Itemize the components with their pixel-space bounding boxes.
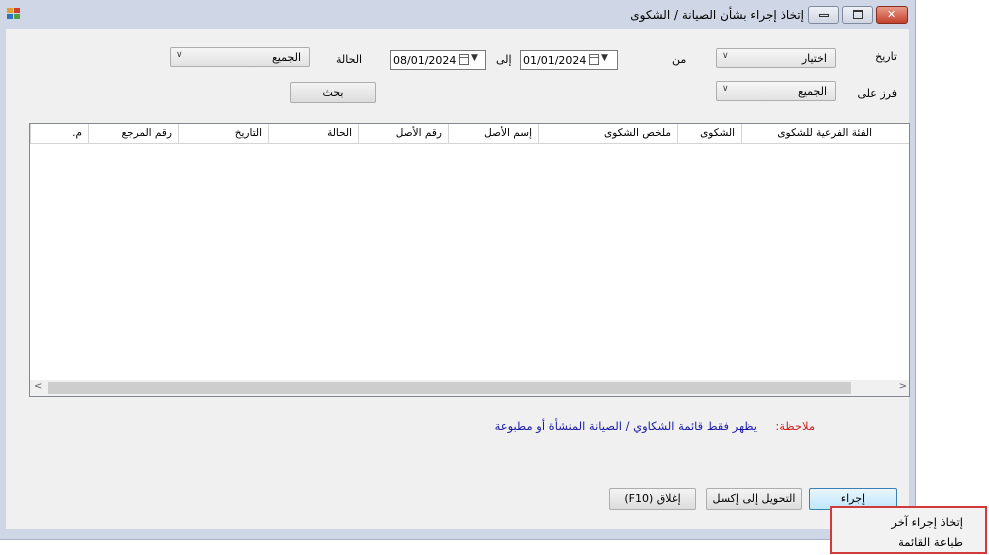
column-header[interactable]: ملخص الشكوى bbox=[538, 124, 677, 143]
maximize-button[interactable] bbox=[842, 6, 873, 24]
calendar-icon bbox=[459, 54, 469, 65]
status-label: الحالة bbox=[336, 53, 363, 66]
sort-select[interactable]: ∨ الجميع bbox=[716, 81, 836, 101]
action-context-menu: إتخاذ إجراء آخر طباعة القائمة bbox=[830, 506, 987, 554]
to-date-picker[interactable]: 08/01/2024 ▼ bbox=[390, 50, 486, 70]
minimize-button[interactable] bbox=[808, 6, 839, 24]
column-header[interactable]: رقم المرجع bbox=[88, 124, 178, 143]
to-label: إلى bbox=[496, 53, 512, 66]
maximize-icon bbox=[853, 10, 863, 19]
sort-value: الجميع bbox=[797, 85, 827, 98]
note-text: يظهر فقط قائمة الشكاوي / الصيانة المنشأة… bbox=[494, 419, 757, 433]
calendar-icon bbox=[589, 54, 599, 65]
export-excel-button[interactable]: التحويل إلى إكسل bbox=[706, 488, 802, 510]
results-table[interactable]: الفئة الفرعية للشكوى الشكوى ملخص الشكوى … bbox=[29, 123, 910, 397]
app-icon bbox=[7, 8, 20, 19]
menu-item-take-other-action[interactable]: إتخاذ إجراء آخر bbox=[891, 515, 963, 529]
dropdown-arrow-icon: ▼ bbox=[601, 53, 608, 63]
column-header[interactable]: الشكوى bbox=[677, 124, 741, 143]
status-value: الجميع bbox=[271, 51, 301, 64]
minimize-icon bbox=[819, 14, 829, 17]
column-header[interactable]: التاريخ bbox=[178, 124, 268, 143]
horizontal-scrollbar[interactable]: < > bbox=[30, 380, 909, 396]
menu-item-print-list[interactable]: طباعة القائمة bbox=[898, 535, 963, 549]
from-date-value: 01/01/2024 bbox=[523, 54, 587, 67]
close-button[interactable]: إغلاق (F10) bbox=[609, 488, 696, 510]
note-label: ملاحظة: bbox=[775, 419, 815, 433]
chevron-down-icon: ∨ bbox=[722, 84, 729, 94]
column-header[interactable]: الفئة الفرعية للشكوى bbox=[741, 124, 878, 143]
window-title: إتخاذ إجراء بشأن الصيانة / الشكوى bbox=[630, 8, 804, 22]
from-label: من bbox=[672, 53, 687, 66]
search-button[interactable]: بحث bbox=[290, 82, 376, 103]
date-label: تاريخ bbox=[875, 50, 897, 63]
column-header[interactable]: الحالة bbox=[268, 124, 358, 143]
close-window-button[interactable]: ✕ bbox=[876, 6, 908, 24]
chevron-down-icon: ∨ bbox=[176, 50, 183, 60]
status-select[interactable]: ∨ الجميع bbox=[170, 47, 310, 67]
dropdown-arrow-icon: ▼ bbox=[471, 53, 478, 63]
table-header: الفئة الفرعية للشكوى الشكوى ملخص الشكوى … bbox=[30, 124, 909, 144]
scrollbar-thumb[interactable] bbox=[48, 382, 851, 394]
date-type-value: اختيار bbox=[801, 52, 827, 65]
close-icon: ✕ bbox=[887, 8, 897, 21]
from-date-picker[interactable]: 01/01/2024 ▼ bbox=[520, 50, 618, 70]
main-window: إتخاذ إجراء بشأن الصيانة / الشكوى ✕ تاري… bbox=[0, 0, 916, 540]
column-header[interactable]: م. bbox=[30, 124, 88, 143]
column-header[interactable]: إسم الأصل bbox=[448, 124, 538, 143]
column-header[interactable]: رقم الأصل bbox=[358, 124, 448, 143]
scroll-left-icon[interactable]: < bbox=[34, 381, 42, 392]
title-bar[interactable]: إتخاذ إجراء بشأن الصيانة / الشكوى ✕ bbox=[0, 0, 916, 29]
chevron-down-icon: ∨ bbox=[722, 51, 729, 61]
date-type-select[interactable]: ∨ اختيار bbox=[716, 48, 836, 68]
sort-label: فرز على bbox=[857, 87, 897, 100]
scroll-right-icon[interactable]: > bbox=[899, 381, 907, 392]
to-date-value: 08/01/2024 bbox=[393, 54, 457, 67]
